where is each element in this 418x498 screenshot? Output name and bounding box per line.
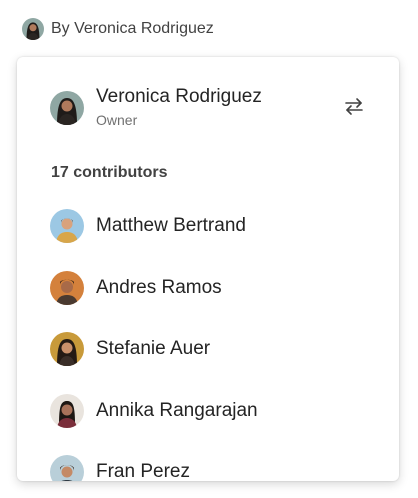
contributor-item[interactable]: Fran Perez xyxy=(50,455,258,481)
author-byline[interactable]: By Veronica Rodriguez xyxy=(22,17,214,41)
contributor-name: Fran Perez xyxy=(96,461,190,481)
owner-row: Veronica Rodriguez Owner xyxy=(50,86,368,130)
contributor-item[interactable]: Annika Rangarajan xyxy=(50,393,258,428)
swap-owner-button[interactable] xyxy=(340,92,368,120)
byline-text: By Veronica Rodriguez xyxy=(51,20,214,37)
contributor-item[interactable]: Andres Ramos xyxy=(50,270,258,305)
owner-role: Owner xyxy=(96,112,138,128)
contributor-name: Andres Ramos xyxy=(96,276,222,298)
contributors-list: Matthew Bertrand Andres Ramos Stefanie A… xyxy=(50,209,258,481)
contributor-avatar-icon xyxy=(50,332,84,366)
contributor-avatar-icon xyxy=(50,393,84,428)
contributor-avatar-icon xyxy=(50,270,84,305)
owner-name: Veronica Rodriguez xyxy=(96,86,262,107)
contributor-avatar-icon xyxy=(50,455,84,481)
owner-avatar-icon xyxy=(50,91,84,125)
contributor-name: Matthew Bertrand xyxy=(96,215,246,236)
contributor-avatar-icon xyxy=(50,209,84,243)
contributor-name: Annika Rangarajan xyxy=(96,399,258,421)
author-avatar-icon xyxy=(22,18,44,40)
contributor-name: Stefanie Auer xyxy=(96,338,211,359)
contributors-heading: 17 contributors xyxy=(51,164,168,181)
contributor-item[interactable]: Matthew Bertrand xyxy=(50,209,258,243)
swap-arrows-icon xyxy=(345,98,363,115)
contributor-item[interactable]: Stefanie Auer xyxy=(50,332,258,366)
contributors-card: Veronica Rodriguez Owner 17 contributors xyxy=(17,57,399,481)
